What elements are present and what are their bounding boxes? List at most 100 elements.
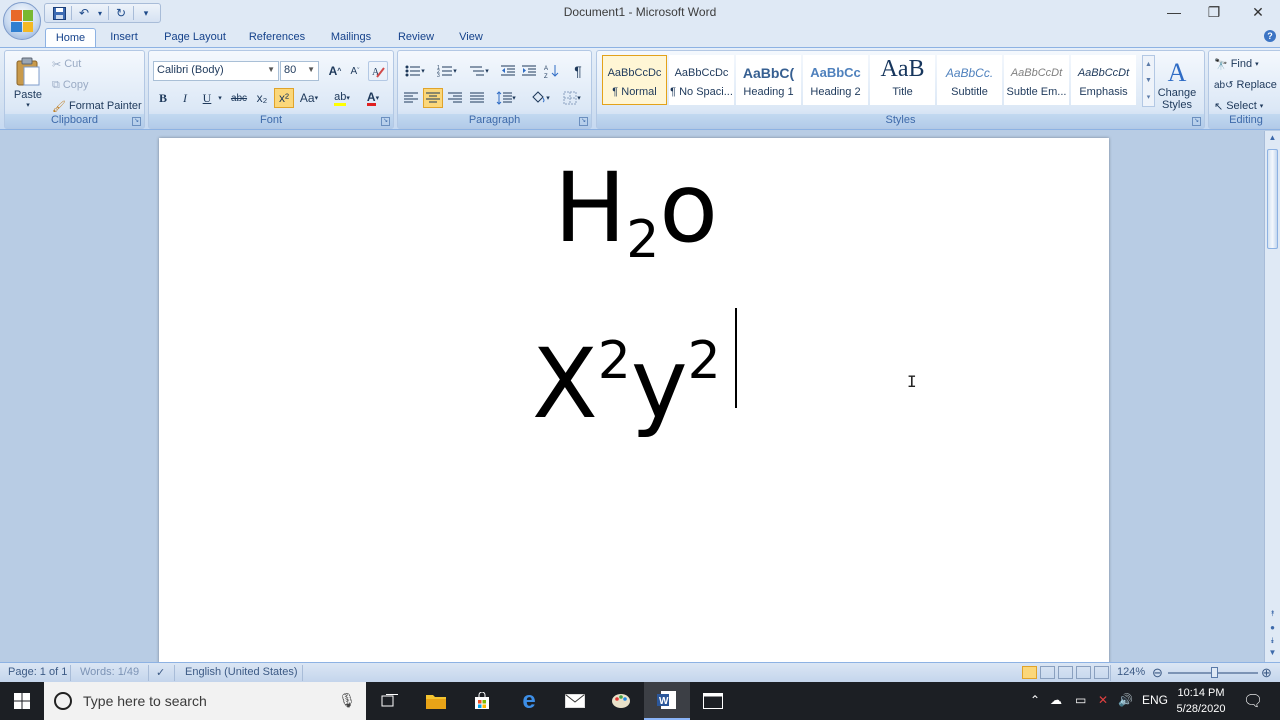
input-language[interactable]: ENG [1142,693,1168,707]
more-icon[interactable]: ▾ [1147,93,1151,101]
style-normal[interactable]: AaBbCcDc ¶ Normal [602,55,667,105]
onedrive-icon[interactable]: ☁ [1050,693,1062,707]
font-launcher-icon[interactable]: ↘ [381,117,390,126]
superscript-button[interactable]: x² [274,88,294,108]
change-styles-button[interactable]: A Change Styles [1153,55,1201,115]
bold-button[interactable]: B [153,88,173,108]
tab-page-layout[interactable]: Page Layout [160,28,230,47]
web-layout-icon[interactable] [1058,666,1073,679]
tab-insert[interactable]: Insert [104,28,144,47]
style-heading-1[interactable]: AaBbC( Heading 1 [736,55,801,105]
task-view-icon[interactable] [367,682,413,720]
full-screen-reading-icon[interactable] [1040,666,1055,679]
decrease-indent-button[interactable] [498,61,518,81]
clear-formatting-icon[interactable]: A [368,61,388,81]
restore-button[interactable]: ❐ [1192,0,1236,24]
close-button[interactable]: ✕ [1236,0,1280,24]
outline-icon[interactable] [1076,666,1091,679]
microphone-icon[interactable]: 🎙 [338,692,356,709]
zoom-out-icon[interactable]: ⊖ [1152,665,1163,681]
underline-button[interactable]: U [197,88,217,108]
battery-icon[interactable]: ▭ [1075,693,1086,707]
taskbar-clock[interactable]: 10:14 PM 5/28/2020 [1170,685,1232,717]
style-subtle-emphasis[interactable]: AaBbCcDt Subtle Em... [1004,55,1069,105]
styles-launcher-icon[interactable]: ↘ [1192,117,1201,126]
style-no-spacing[interactable]: AaBbCcDc ¶ No Spaci... [669,55,734,105]
style-heading-2[interactable]: AaBbCc Heading 2 [803,55,868,105]
tab-home[interactable]: Home [45,28,96,47]
select-button[interactable]: ↖ Select ▾ [1214,96,1263,116]
draft-icon[interactable] [1094,666,1109,679]
help-icon[interactable]: ? [1264,30,1276,42]
action-center-icon[interactable]: 🗨 [1243,691,1263,711]
paragraph-launcher-icon[interactable]: ↘ [579,117,588,126]
tab-review[interactable]: Review [393,28,439,47]
multilevel-list-button[interactable]: ▾ [465,61,493,81]
scroll-down-icon[interactable]: ▼ [1267,648,1278,660]
subscript-button[interactable]: x₂ [252,88,272,108]
align-center-button[interactable] [423,88,443,108]
start-button[interactable] [0,682,44,720]
underline-dropdown-icon[interactable]: ▾ [215,88,225,108]
style-subtitle[interactable]: AaBbCc. Subtitle [937,55,1002,105]
numbering-button[interactable]: 1 2 3 ▾ [433,61,461,81]
language-status[interactable]: English (United States) [185,666,298,678]
vertical-scrollbar[interactable]: ▲ ⯭ ● ⯯ ▼ [1264,131,1280,662]
align-right-button[interactable] [445,88,465,108]
highlight-button[interactable]: ab ▾ [329,88,355,108]
word-count[interactable]: Words: 1/49 [80,666,139,678]
window-app-icon[interactable] [690,682,736,720]
paint-app-icon[interactable] [598,682,644,720]
minimize-button[interactable]: — [1152,0,1196,24]
font-size-combo[interactable]: 80 ▼ [280,61,319,81]
format-painter-button[interactable]: 🖌 Format Painter [52,96,142,116]
page-count[interactable]: Page: 1 of 1 [8,666,67,678]
mail-icon[interactable] [552,682,598,720]
show-hidden-icons-icon[interactable]: ⌃ [1030,693,1040,707]
scroll-up-icon[interactable]: ▲ [1267,133,1278,145]
zoom-slider-thumb[interactable] [1211,667,1218,678]
replace-button[interactable]: ab↺ Replace [1214,75,1277,95]
print-layout-icon[interactable] [1022,666,1037,679]
borders-button[interactable]: ▾ [558,88,586,108]
network-icon[interactable]: ✕ [1098,693,1108,707]
volume-icon[interactable]: 🔊 [1118,693,1133,707]
italic-button[interactable]: I [175,88,195,108]
chevron-down-icon[interactable]: ▼ [1145,77,1152,84]
shrink-font-button[interactable]: Aˇ [345,61,365,81]
align-left-button[interactable] [401,88,421,108]
tab-references[interactable]: References [245,28,309,47]
copy-button[interactable]: ⧉ Copy [52,75,89,95]
cut-button[interactable]: ✂ Cut [52,54,81,74]
sort-button[interactable]: AZ [542,61,562,81]
show-hide-button[interactable]: ¶ [568,61,588,81]
zoom-level[interactable]: 124% [1117,666,1145,678]
tab-view[interactable]: View [453,28,489,47]
edge-browser-icon[interactable]: e [506,682,552,720]
formula-x2y2[interactable]: X2y2 [532,335,721,432]
formula-h2o[interactable]: H2o [554,160,718,266]
increase-indent-button[interactable] [519,61,539,81]
prev-page-icon[interactable]: ⯭ [1267,609,1278,621]
styles-gallery-scroll[interactable]: ▲ ▼ ▾ [1142,55,1155,107]
office-button[interactable] [3,2,41,40]
justify-button[interactable] [467,88,487,108]
browse-object-icon[interactable]: ● [1267,623,1278,635]
bullets-button[interactable]: ▾ [401,61,429,81]
strikethrough-button[interactable]: abc [229,88,249,108]
zoom-in-icon[interactable]: ⊕ [1261,665,1272,681]
next-page-icon[interactable]: ⯯ [1267,636,1278,648]
word-app-icon[interactable]: W [644,682,690,720]
store-icon[interactable] [459,682,505,720]
clipboard-launcher-icon[interactable]: ↘ [132,117,141,126]
change-case-button[interactable]: Aa ▾ [297,88,321,108]
paste-button[interactable]: Paste ▾ [8,53,48,113]
font-color-button[interactable]: A ▾ [359,88,387,108]
find-button[interactable]: 🔭 Find ▾ [1214,54,1259,74]
style-emphasis[interactable]: AaBbCcDt Emphasis [1071,55,1136,105]
tab-mailings[interactable]: Mailings [325,28,377,47]
grow-font-button[interactable]: A ^ [325,61,345,81]
style-title[interactable]: AaB Title [870,55,935,105]
scrollbar-thumb[interactable] [1267,149,1278,249]
proofing-icon[interactable]: ✓ [156,666,165,679]
